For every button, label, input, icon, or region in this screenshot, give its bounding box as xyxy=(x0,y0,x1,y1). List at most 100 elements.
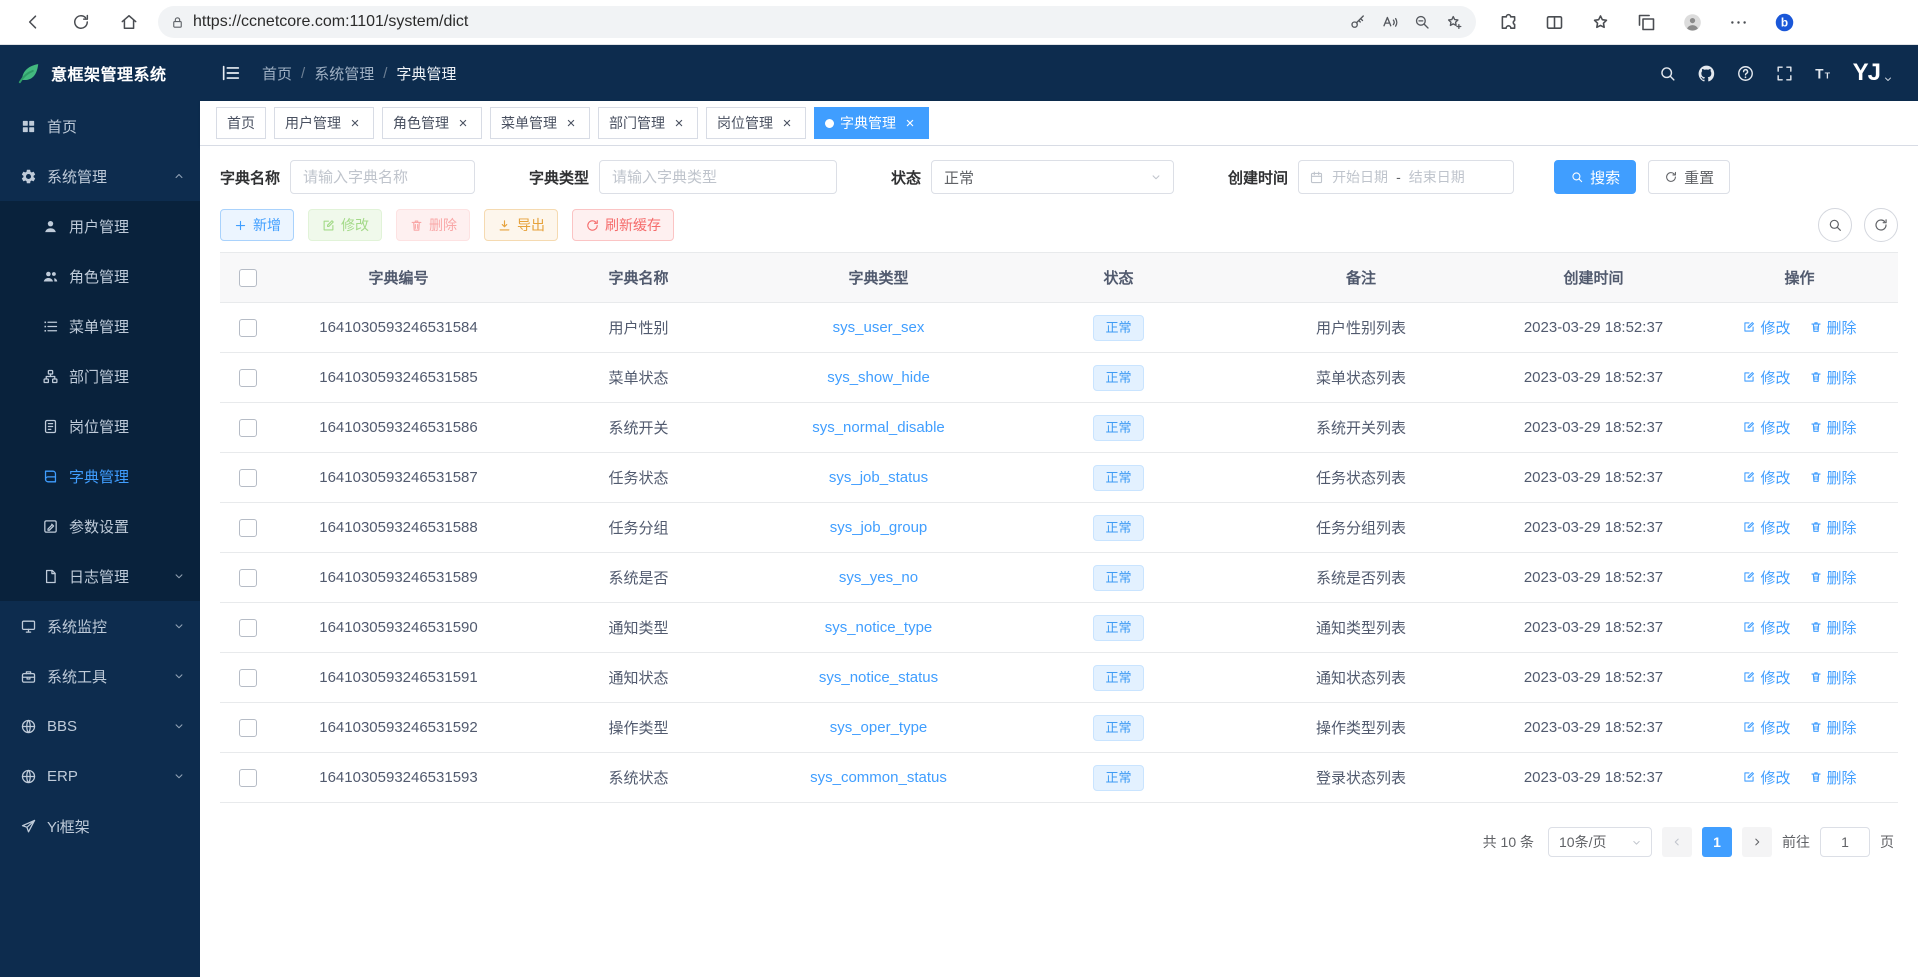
row-edit-link[interactable]: 修改 xyxy=(1742,317,1790,338)
submenu-item[interactable]: 角色管理 xyxy=(0,251,200,301)
zoom-out-icon[interactable] xyxy=(1406,8,1438,36)
tab-close-icon[interactable]: × xyxy=(779,115,795,131)
sidebar-item[interactable]: 系统工具 xyxy=(0,651,200,701)
row-edit-link[interactable]: 修改 xyxy=(1742,417,1790,438)
dict-type-link[interactable]: sys_yes_no xyxy=(839,569,918,586)
column-header[interactable]: 创建时间 xyxy=(1486,253,1701,303)
page-size-select[interactable]: 10条/页 xyxy=(1548,827,1652,857)
submenu-item[interactable]: 部门管理 xyxy=(0,351,200,401)
row-delete-link[interactable]: 删除 xyxy=(1809,467,1857,488)
submenu-item[interactable]: 参数设置 xyxy=(0,501,200,551)
view-tab[interactable]: 角色管理× xyxy=(382,107,482,139)
sidebar-item[interactable]: ERP xyxy=(0,751,200,801)
more-icon[interactable] xyxy=(1718,5,1758,39)
tab-close-icon[interactable]: × xyxy=(347,115,363,131)
row-edit-link[interactable]: 修改 xyxy=(1742,367,1790,388)
row-edit-link[interactable]: 修改 xyxy=(1742,517,1790,538)
edit-button[interactable]: 修改 xyxy=(308,209,382,241)
app-logo[interactable]: 意框架管理系统 xyxy=(0,45,200,101)
favorites-bar-icon[interactable] xyxy=(1580,5,1620,39)
view-tab[interactable]: 字典管理× xyxy=(814,107,929,139)
row-delete-link[interactable]: 删除 xyxy=(1809,317,1857,338)
row-delete-link[interactable]: 删除 xyxy=(1809,767,1857,788)
dict-type-link[interactable]: sys_normal_disable xyxy=(812,419,945,436)
tab-close-icon[interactable]: × xyxy=(671,115,687,131)
row-delete-link[interactable]: 删除 xyxy=(1809,417,1857,438)
goto-page-input[interactable] xyxy=(1820,827,1870,857)
view-tab[interactable]: 部门管理× xyxy=(598,107,698,139)
dict-type-link[interactable]: sys_user_sex xyxy=(833,319,925,336)
profile-avatar[interactable] xyxy=(1672,5,1712,39)
column-header[interactable]: 状态 xyxy=(1001,253,1236,303)
refresh-table-button[interactable] xyxy=(1864,208,1898,242)
favorite-add-icon[interactable] xyxy=(1438,8,1470,36)
sidebar-item[interactable]: 系统管理 xyxy=(0,151,200,201)
status-select[interactable]: 正常 xyxy=(931,160,1174,194)
view-tab[interactable]: 用户管理× xyxy=(274,107,374,139)
row-checkbox[interactable] xyxy=(239,469,257,487)
tab-close-icon[interactable]: × xyxy=(902,115,918,131)
user-logo[interactable]: YJ xyxy=(1853,61,1894,85)
column-header[interactable]: 字典编号 xyxy=(276,253,521,303)
help-icon[interactable] xyxy=(1736,64,1755,83)
address-bar[interactable]: https://ccnetcore.com:1101/system/dict xyxy=(158,6,1476,38)
breadcrumb-item[interactable]: 系统管理 xyxy=(314,63,374,84)
reset-button[interactable]: 重置 xyxy=(1648,160,1730,194)
row-edit-link[interactable]: 修改 xyxy=(1742,567,1790,588)
row-delete-link[interactable]: 删除 xyxy=(1809,367,1857,388)
delete-button[interactable]: 删除 xyxy=(396,209,470,241)
row-checkbox[interactable] xyxy=(239,419,257,437)
column-header[interactable]: 备注 xyxy=(1236,253,1486,303)
dict-type-link[interactable]: sys_notice_type xyxy=(825,619,933,636)
select-all-checkbox[interactable] xyxy=(239,269,257,287)
sidebar-item[interactable]: 系统监控 xyxy=(0,601,200,651)
row-delete-link[interactable]: 删除 xyxy=(1809,517,1857,538)
sidebar-item[interactable]: BBS xyxy=(0,701,200,751)
dict-type-link[interactable]: sys_show_hide xyxy=(827,369,930,386)
row-checkbox[interactable] xyxy=(239,669,257,687)
read-aloud-icon[interactable] xyxy=(1374,8,1406,36)
submenu-item[interactable]: 用户管理 xyxy=(0,201,200,251)
dict-type-link[interactable]: sys_notice_status xyxy=(819,669,938,686)
sidebar-collapse-icon[interactable] xyxy=(220,62,242,84)
submenu-item[interactable]: 字典管理 xyxy=(0,451,200,501)
add-button[interactable]: 新增 xyxy=(220,209,294,241)
row-checkbox[interactable] xyxy=(239,569,257,587)
row-edit-link[interactable]: 修改 xyxy=(1742,767,1790,788)
next-page-button[interactable] xyxy=(1742,827,1772,857)
fullscreen-icon[interactable] xyxy=(1775,64,1794,83)
column-header[interactable]: 字典类型 xyxy=(756,253,1001,303)
prev-page-button[interactable] xyxy=(1662,827,1692,857)
view-tab[interactable]: 岗位管理× xyxy=(706,107,806,139)
row-checkbox[interactable] xyxy=(239,319,257,337)
row-checkbox[interactable] xyxy=(239,619,257,637)
column-header[interactable]: 操作 xyxy=(1701,253,1898,303)
split-screen-icon[interactable] xyxy=(1534,5,1574,39)
key-icon[interactable] xyxy=(1342,8,1374,36)
view-tab[interactable]: 菜单管理× xyxy=(490,107,590,139)
date-range-picker[interactable]: 开始日期 - 结束日期 xyxy=(1298,160,1514,194)
row-delete-link[interactable]: 删除 xyxy=(1809,567,1857,588)
search-button[interactable]: 搜索 xyxy=(1554,160,1636,194)
row-checkbox[interactable] xyxy=(239,519,257,537)
github-icon[interactable] xyxy=(1697,64,1716,83)
row-edit-link[interactable]: 修改 xyxy=(1742,717,1790,738)
row-edit-link[interactable]: 修改 xyxy=(1742,617,1790,638)
dict-name-input[interactable] xyxy=(290,160,475,194)
url-text[interactable]: https://ccnetcore.com:1101/system/dict xyxy=(193,13,1342,31)
refresh-icon[interactable] xyxy=(62,5,100,39)
refresh-cache-button[interactable]: 刷新缓存 xyxy=(572,209,674,241)
submenu-item[interactable]: 菜单管理 xyxy=(0,301,200,351)
search-toggle-button[interactable] xyxy=(1818,208,1852,242)
row-checkbox[interactable] xyxy=(239,719,257,737)
back-icon[interactable] xyxy=(14,5,52,39)
dict-type-link[interactable]: sys_common_status xyxy=(810,769,947,786)
current-page-button[interactable]: 1 xyxy=(1702,827,1732,857)
sidebar-item[interactable]: 首页 xyxy=(0,101,200,151)
row-edit-link[interactable]: 修改 xyxy=(1742,667,1790,688)
collections-icon[interactable] xyxy=(1626,5,1666,39)
row-delete-link[interactable]: 删除 xyxy=(1809,717,1857,738)
export-button[interactable]: 导出 xyxy=(484,209,558,241)
column-header[interactable]: 字典名称 xyxy=(521,253,756,303)
dict-type-link[interactable]: sys_job_group xyxy=(830,519,928,536)
